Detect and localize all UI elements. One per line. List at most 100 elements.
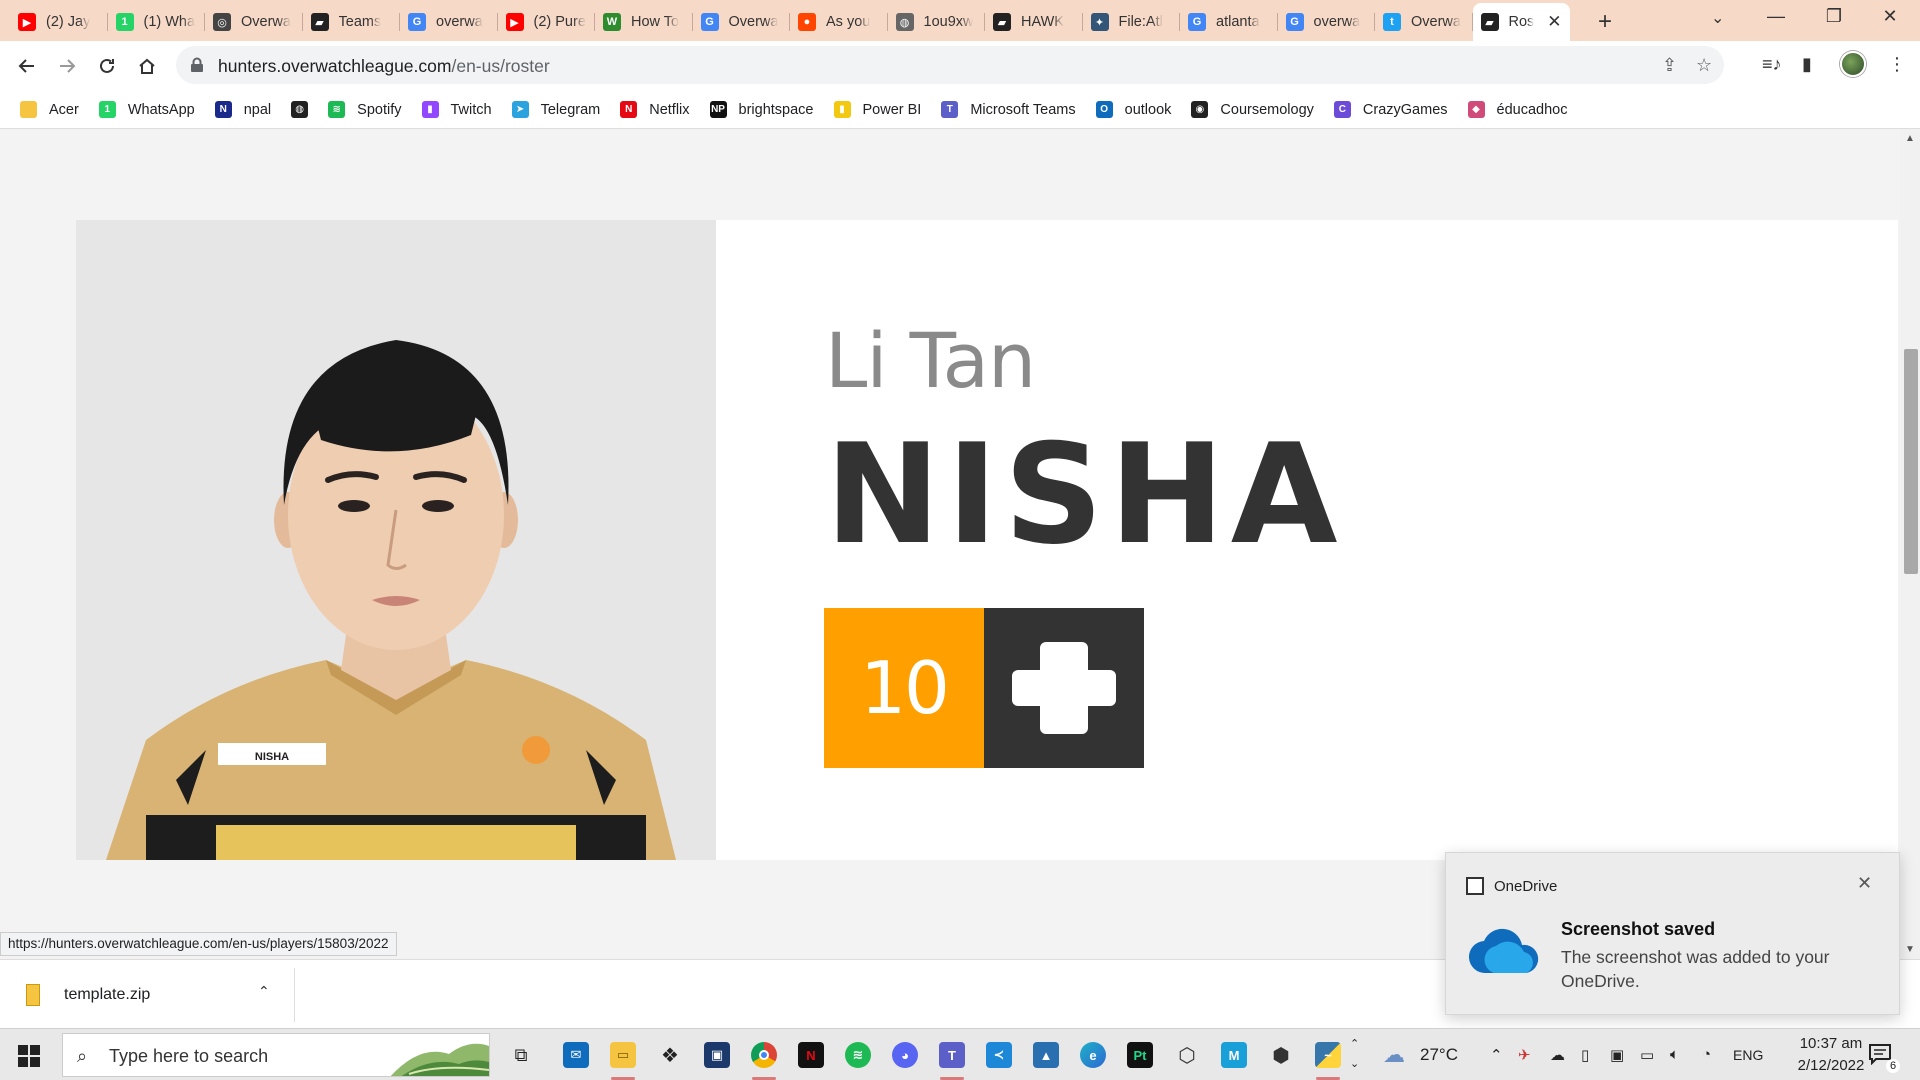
back-button[interactable] bbox=[12, 51, 42, 81]
bookmark-item[interactable]: 1 WhatsApp bbox=[98, 101, 195, 118]
bookmark-item[interactable]: C CrazyGames bbox=[1333, 101, 1448, 118]
scroll-up-arrow-icon[interactable]: ▲ bbox=[1905, 133, 1915, 144]
dropbox-icon[interactable]: ❖ bbox=[654, 1039, 686, 1071]
browser-tab[interactable]: ▰ Teams bbox=[303, 3, 401, 41]
player-card[interactable]: NISHA Li Tan NISHA 10 bbox=[76, 220, 1898, 860]
close-tab-icon[interactable]: ✕ bbox=[1547, 12, 1561, 32]
bookmark-star-icon[interactable]: ☆ bbox=[1696, 55, 1712, 76]
page-scrollbar[interactable]: ▲ ▼ bbox=[1900, 129, 1920, 959]
bookmark-item[interactable]: T Microsoft Teams bbox=[941, 101, 1076, 118]
app-square-icon[interactable]: ▣ bbox=[701, 1039, 733, 1071]
share-icon[interactable]: ⇪ bbox=[1662, 55, 1677, 76]
browser-tab[interactable]: Goverwa bbox=[1278, 3, 1376, 41]
unity-hub-icon[interactable]: ⬢ bbox=[1265, 1039, 1297, 1071]
edge-icon[interactable]: e bbox=[1077, 1039, 1109, 1071]
scroll-down-arrow-icon[interactable]: ▼ bbox=[1905, 944, 1915, 955]
input-language[interactable]: ENG bbox=[1733, 1047, 1763, 1063]
browser-tab[interactable]: Goverwa bbox=[400, 3, 498, 41]
battery-icon[interactable]: ▭ bbox=[1640, 1046, 1654, 1064]
tab-title: overwa bbox=[1313, 14, 1361, 30]
download-options-chevron-icon[interactable]: ⌃ bbox=[258, 983, 270, 1000]
scroll-up-chevron-icon[interactable]: ⌃ bbox=[1350, 1037, 1359, 1050]
spotify-app-icon[interactable]: ≋ bbox=[842, 1039, 874, 1071]
task-view-icon[interactable]: ⧉ bbox=[505, 1039, 537, 1071]
windows-start-icon[interactable] bbox=[18, 1045, 40, 1067]
python-icon[interactable]: ~ bbox=[1312, 1039, 1344, 1080]
player-number-badge: 10 bbox=[824, 608, 984, 768]
clock-time[interactable]: 10:37 am bbox=[1795, 1035, 1867, 1052]
tab-search-chevron-icon[interactable]: ⌄ bbox=[1711, 8, 1724, 28]
browser-tab[interactable]: Gatlanta bbox=[1180, 3, 1278, 41]
bookmark-item[interactable]: ➤ Telegram bbox=[511, 101, 600, 118]
bookmark-item[interactable]: ◉ Coursemology bbox=[1191, 101, 1314, 118]
bookmark-item[interactable]: NP brightspace bbox=[709, 101, 814, 118]
download-filename[interactable]: template.zip bbox=[64, 986, 150, 1004]
toast-close-button[interactable]: ✕ bbox=[1857, 873, 1872, 894]
browser-tab[interactable]: G Overwa bbox=[693, 3, 791, 41]
bookmark-item[interactable]: Acer bbox=[20, 101, 79, 118]
bookmark-item[interactable]: ≋ Spotify bbox=[328, 101, 402, 118]
show-hidden-icons-chevron-icon[interactable]: ⌃ bbox=[1490, 1046, 1503, 1064]
wifi-icon[interactable]: ◔ bbox=[1702, 1046, 1711, 1063]
onedrive-notification[interactable]: OneDrive ✕ Screenshot saved The screensh… bbox=[1445, 852, 1900, 1015]
reload-button[interactable] bbox=[92, 51, 122, 81]
close-window-button[interactable]: ✕ bbox=[1875, 6, 1905, 27]
pycharm-icon[interactable]: Pt bbox=[1124, 1039, 1156, 1071]
browser-tab[interactable]: ◍ 1ou9xw bbox=[888, 3, 986, 41]
bookmark-item[interactable]: ▮ Twitch bbox=[421, 101, 492, 118]
bookmark-item[interactable]: ◆ éducadhoc bbox=[1467, 101, 1567, 118]
netflix-app-icon[interactable]: N bbox=[795, 1039, 827, 1071]
lock-icon[interactable] bbox=[190, 57, 204, 73]
scroll-down-chevron-icon[interactable]: ⌄ bbox=[1350, 1057, 1359, 1070]
search-placeholder[interactable]: Type here to search bbox=[109, 1046, 268, 1067]
side-panel-icon[interactable]: ▮ bbox=[1802, 54, 1812, 75]
taskbar-search-box[interactable]: ⌕ Type here to search bbox=[62, 1033, 490, 1077]
bookmark-item[interactable]: ◍ bbox=[291, 101, 309, 118]
bookmark-item[interactable]: Nnpal bbox=[214, 101, 271, 118]
scrollbar-thumb[interactable] bbox=[1904, 349, 1918, 574]
url-text[interactable]: hunters.overwatchleague.com/en-us/roster bbox=[218, 56, 550, 77]
browser-tab[interactable]: ▰ HAWK bbox=[985, 3, 1083, 41]
browser-tab[interactable]: ▶ (2) Jay bbox=[10, 3, 108, 41]
volume-icon[interactable]: 🔈︎ bbox=[1670, 1046, 1679, 1063]
m-app-icon[interactable]: M bbox=[1218, 1039, 1250, 1071]
bookmark-label: WhatsApp bbox=[127, 101, 195, 118]
twitch-icon: ▮ bbox=[421, 101, 439, 118]
browser-tab[interactable]: W How To bbox=[595, 3, 693, 41]
bookmark-item[interactable]: ▮ Power BI bbox=[833, 101, 921, 118]
clock-date[interactable]: 2/12/2022 bbox=[1791, 1057, 1871, 1074]
home-button[interactable] bbox=[132, 51, 162, 81]
browser-tab[interactable]: 1 (1) Wha bbox=[108, 3, 206, 41]
new-tab-button[interactable]: + bbox=[1598, 8, 1612, 36]
browser-tab[interactable]: t Overwa bbox=[1375, 3, 1473, 41]
weather-icon[interactable]: ☁ bbox=[1383, 1042, 1405, 1068]
chrome-icon[interactable] bbox=[748, 1039, 780, 1080]
restore-button[interactable]: ❐ bbox=[1819, 6, 1849, 27]
browser-tab[interactable]: ▰ Ros ✕ bbox=[1472, 3, 1570, 41]
address-bar[interactable]: hunters.overwatchleague.com/en-us/roster… bbox=[176, 46, 1724, 84]
forward-button[interactable] bbox=[52, 51, 82, 81]
download-item[interactable]: template.zip ⌃ bbox=[26, 975, 294, 1015]
discord-icon[interactable]: ◕ bbox=[889, 1039, 921, 1071]
file-explorer-icon[interactable]: ▭ bbox=[607, 1039, 639, 1080]
browser-tab[interactable]: ◎ Overwa bbox=[205, 3, 303, 41]
bookmark-item[interactable]: Ooutlook bbox=[1095, 101, 1171, 118]
more-menu-icon[interactable]: ⋮ bbox=[1888, 54, 1906, 75]
display-icon[interactable]: ▣ bbox=[1610, 1046, 1624, 1064]
photos-icon[interactable]: ▲ bbox=[1030, 1039, 1062, 1071]
vscode-icon[interactable]: ≺ bbox=[983, 1039, 1015, 1071]
teams-app-icon[interactable]: T bbox=[936, 1039, 968, 1080]
bookmark-item[interactable]: N Netflix bbox=[620, 101, 690, 118]
network-warning-icon[interactable]: ✈ bbox=[1518, 1046, 1531, 1064]
browser-tab[interactable]: ● As you bbox=[790, 3, 888, 41]
device-icon[interactable]: ▯ bbox=[1581, 1046, 1589, 1064]
weather-temperature[interactable]: 27°C bbox=[1420, 1045, 1458, 1065]
browser-tab[interactable]: ✦ File:Atl bbox=[1083, 3, 1181, 41]
profile-avatar[interactable] bbox=[1840, 51, 1866, 77]
media-control-icon[interactable]: ≡♪ bbox=[1762, 54, 1782, 75]
onedrive-tray-icon[interactable]: ☁ bbox=[1550, 1046, 1565, 1064]
mail-app-icon[interactable]: ✉ bbox=[560, 1039, 592, 1071]
unity-icon[interactable]: ⬡ bbox=[1171, 1039, 1203, 1071]
minimize-button[interactable]: — bbox=[1761, 6, 1791, 27]
browser-tab[interactable]: ▶ (2) Pure bbox=[498, 3, 596, 41]
